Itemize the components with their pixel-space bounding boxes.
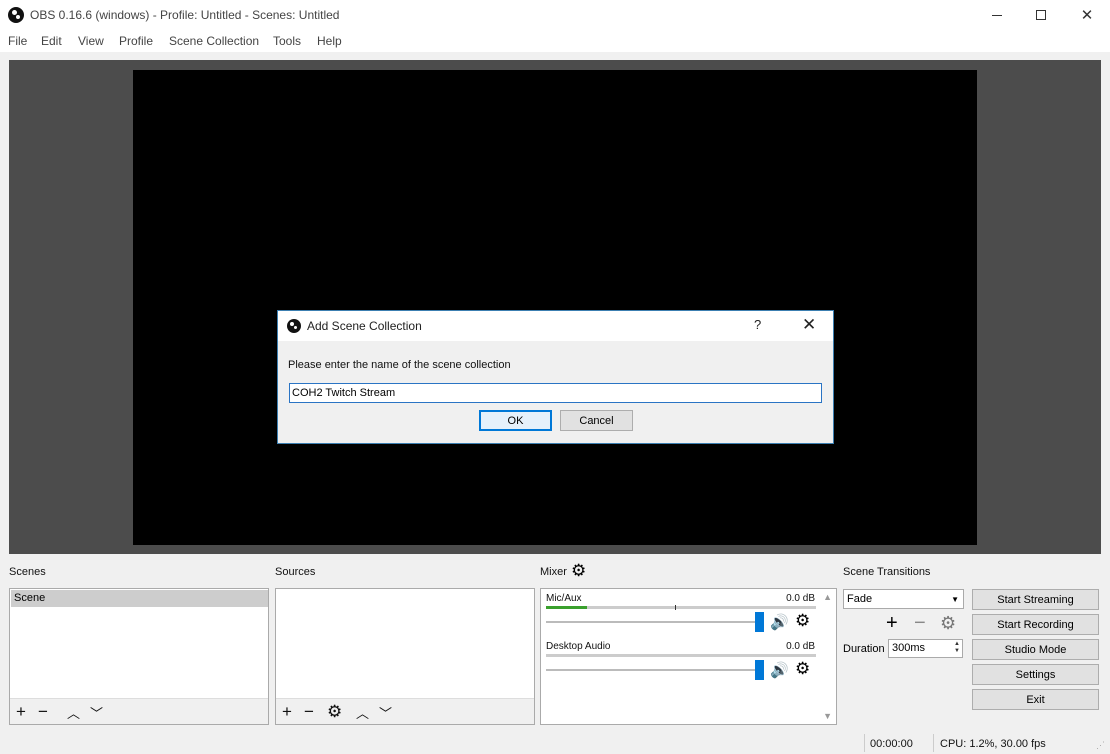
- close-window-button[interactable]: ✕: [1064, 0, 1110, 30]
- sources-panel: + − ⚙ ︿ ﹀: [275, 588, 535, 725]
- start-recording-button[interactable]: Start Recording: [972, 614, 1099, 635]
- mixer-gear-icon[interactable]: ⚙: [571, 562, 586, 579]
- minimize-button[interactable]: [974, 0, 1020, 30]
- menu-profile[interactable]: Profile: [119, 34, 153, 48]
- help-button[interactable]: ?: [754, 317, 761, 332]
- move-down-icon[interactable]: ﹀: [90, 705, 103, 722]
- obs-logo-icon: [8, 7, 24, 23]
- gear-icon[interactable]: ⚙: [795, 659, 810, 679]
- dialog-close-button[interactable]: ✕: [802, 315, 816, 335]
- duration-label: Duration: [843, 643, 885, 655]
- window-title: OBS 0.16.6 (windows) - Profile: Untitled…: [30, 8, 340, 22]
- stream-time: 00:00:00: [870, 738, 913, 750]
- speaker-icon[interactable]: 🔊: [770, 613, 789, 631]
- volume-meter: [546, 606, 816, 609]
- transition-select[interactable]: Fade ▼: [843, 589, 964, 609]
- ok-button[interactable]: OK: [479, 410, 552, 431]
- menu-bar: File Edit View Profile Scene Collection …: [0, 30, 1110, 52]
- dialog-title-bar: Add Scene Collection ? ✕: [278, 311, 833, 341]
- title-bar: OBS 0.16.6 (windows) - Profile: Untitled…: [0, 0, 1110, 30]
- maximize-button[interactable]: [1018, 0, 1064, 30]
- scene-transitions-label: Scene Transitions: [843, 566, 931, 578]
- resize-grip-icon[interactable]: ⋰: [1096, 740, 1105, 751]
- cpu-usage: CPU: 1.2%, 30.00 fps: [940, 738, 1046, 750]
- remove-icon[interactable]: −: [304, 703, 314, 720]
- menu-help[interactable]: Help: [317, 34, 342, 48]
- close-icon: ✕: [1080, 7, 1094, 24]
- status-divider: [933, 734, 934, 752]
- add-scene-collection-dialog: Add Scene Collection ? ✕ Please enter th…: [277, 310, 834, 444]
- start-streaming-button[interactable]: Start Streaming: [972, 589, 1099, 610]
- obs-logo-icon: [287, 319, 301, 333]
- add-icon[interactable]: +: [886, 613, 898, 633]
- channel-name: Desktop Audio: [546, 641, 611, 652]
- move-up-icon[interactable]: ︿: [67, 705, 80, 722]
- duration-value: 300ms: [892, 642, 926, 654]
- studio-mode-button[interactable]: Studio Mode: [972, 639, 1099, 660]
- channel-db: 0.0 dB: [786, 593, 815, 604]
- minimize-icon: [992, 14, 1002, 16]
- menu-edit[interactable]: Edit: [41, 34, 62, 48]
- menu-view[interactable]: View: [78, 34, 104, 48]
- volume-slider[interactable]: [546, 621, 756, 623]
- cancel-button[interactable]: Cancel: [560, 410, 633, 431]
- transition-selected-value: Fade: [847, 593, 873, 605]
- scroll-up-icon[interactable]: ▲: [823, 592, 832, 602]
- remove-icon[interactable]: −: [914, 613, 926, 633]
- volume-slider[interactable]: [546, 669, 756, 671]
- add-icon[interactable]: +: [282, 703, 292, 720]
- mixer-panel: Mic/Aux 0.0 dB 🔊 ⚙ Desktop Audio 0.0 dB …: [540, 588, 837, 725]
- preview-canvas[interactable]: [133, 70, 977, 545]
- meter-peak-marker: [675, 605, 676, 610]
- sources-toolbar: + − ⚙ ︿ ﹀: [276, 698, 534, 724]
- preview-area: [9, 60, 1101, 554]
- duration-input[interactable]: 300ms ▲ ▼: [888, 639, 963, 658]
- volume-meter: [546, 654, 816, 657]
- menu-scene-collection[interactable]: Scene Collection: [169, 34, 259, 48]
- remove-icon[interactable]: −: [38, 703, 48, 720]
- scenes-toolbar: + − ︿ ﹀: [10, 698, 268, 724]
- gear-icon[interactable]: ⚙: [940, 613, 956, 633]
- speaker-icon[interactable]: 🔊: [770, 661, 789, 679]
- maximize-icon: [1036, 10, 1046, 20]
- spinner-icon[interactable]: ▲ ▼: [954, 641, 960, 655]
- mixer-label: Mixer: [540, 566, 567, 578]
- gear-icon[interactable]: ⚙: [795, 611, 810, 631]
- exit-button[interactable]: Exit: [972, 689, 1099, 710]
- scroll-down-icon[interactable]: ▼: [823, 711, 832, 721]
- gear-icon[interactable]: ⚙: [327, 703, 342, 720]
- scenes-label: Scenes: [9, 566, 46, 578]
- menu-file[interactable]: File: [8, 34, 27, 48]
- chevron-down-icon: ▼: [951, 595, 959, 604]
- channel-db: 0.0 dB: [786, 641, 815, 652]
- settings-button[interactable]: Settings: [972, 664, 1099, 685]
- dialog-prompt: Please enter the name of the scene colle…: [288, 359, 511, 371]
- volume-slider-handle[interactable]: [755, 660, 764, 680]
- dialog-title: Add Scene Collection: [307, 319, 422, 333]
- volume-slider-handle[interactable]: [755, 612, 764, 632]
- move-up-icon[interactable]: ︿: [356, 705, 369, 722]
- sources-label: Sources: [275, 566, 316, 578]
- channel-name: Mic/Aux: [546, 593, 582, 604]
- add-icon[interactable]: +: [16, 703, 26, 720]
- status-divider: [864, 734, 865, 752]
- move-down-icon[interactable]: ﹀: [379, 705, 392, 722]
- menu-tools[interactable]: Tools: [273, 34, 301, 48]
- scene-collection-name-input[interactable]: [289, 383, 822, 403]
- volume-meter-fill: [546, 606, 587, 609]
- scenes-panel: Scene + − ︿ ﹀: [9, 588, 269, 725]
- list-item[interactable]: Scene: [11, 590, 268, 607]
